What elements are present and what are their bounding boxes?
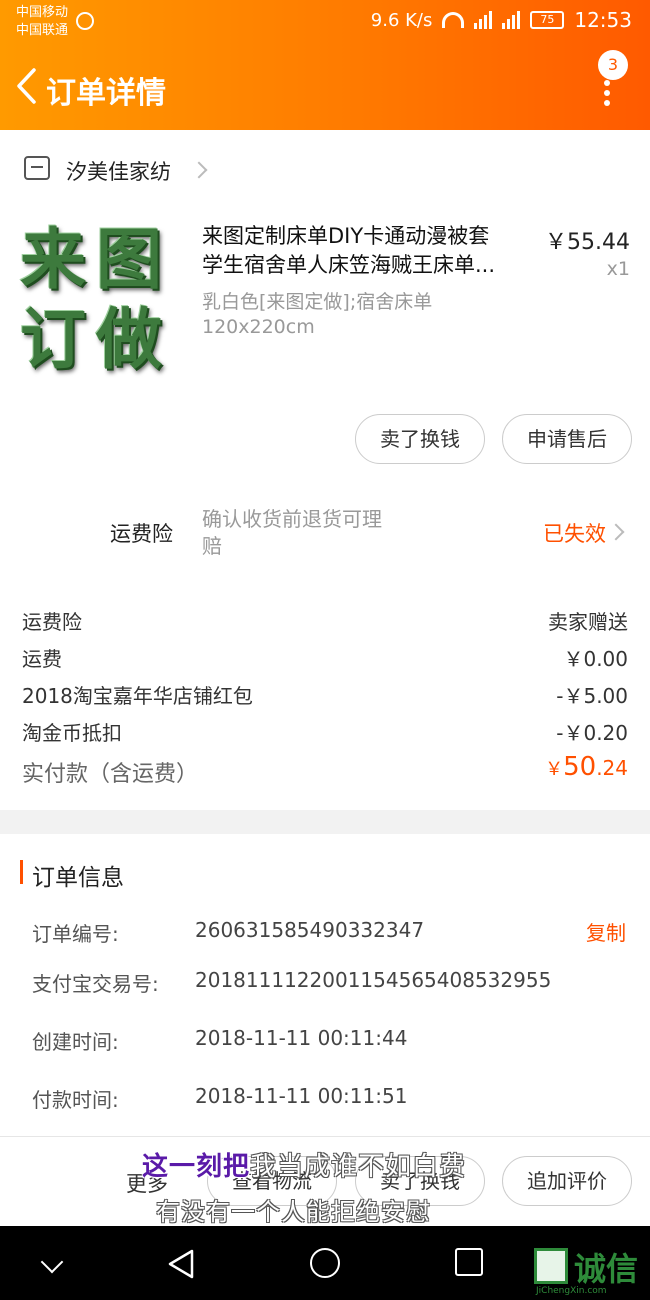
- fee-value: -￥5.00: [556, 684, 628, 708]
- app-header: 中国移动 中国联通 9.6 K/s 75 12:53 订单详情 3: [0, 0, 650, 130]
- shop-icon: [24, 156, 50, 180]
- product-title-line-2: 学生宿舍单人床笠海贼王床单...: [202, 253, 496, 277]
- subtitle-line-1: 这一刻把我当成谁不如白费: [142, 1146, 466, 1183]
- chevron-right-icon: [190, 161, 208, 179]
- total-row: 实付款（含运费） ￥50.24: [22, 752, 628, 788]
- back-triangle-icon[interactable]: [166, 1248, 196, 1280]
- total-integer: 50: [563, 752, 597, 782]
- product-spec: 乳白色[来图定做];宿舍床单 120x220cm: [202, 290, 502, 340]
- signal-icon-2: [502, 11, 521, 29]
- battery-icon: 75: [530, 11, 565, 29]
- fee-label: 运费险: [22, 610, 82, 634]
- fee-label: 2018淘宝嘉年华店铺红包: [22, 684, 253, 708]
- home-circle-icon[interactable]: [310, 1248, 340, 1278]
- subtitle-line-2: 有没有一个人能拒绝安慰: [156, 1198, 431, 1226]
- insurance-desc: 确认收货前退货可理 赔: [202, 506, 422, 560]
- insurance-desc-line-2: 赔: [202, 534, 222, 558]
- product-price: ￥55.44: [545, 230, 630, 255]
- title-bar: 订单详情 3: [0, 50, 650, 116]
- product-image-text-1: 来图: [20, 221, 172, 298]
- info-value: 260631585490332347: [195, 918, 425, 942]
- carrier-info: 中国移动 中国联通: [16, 4, 68, 40]
- fee-row: 2018淘宝嘉年华店铺红包 -￥5.00: [22, 680, 628, 709]
- info-key: 支付宝交易号:: [32, 972, 159, 996]
- add-review-button[interactable]: 追加评价: [502, 1156, 632, 1206]
- product-title-line-1: 来图定制床单DIY卡通动漫被套: [202, 224, 490, 248]
- insurance-desc-line-1: 确认收货前退货可理: [202, 507, 382, 531]
- clock: 12:53: [574, 8, 632, 32]
- fee-label: 运费: [22, 647, 62, 671]
- shop-name: 汐美佳家纺: [66, 160, 171, 184]
- carrier-1: 中国移动: [16, 5, 69, 20]
- carrier-2: 中国联通: [16, 23, 69, 38]
- section-divider: [0, 810, 650, 834]
- product-spec-line-1: 乳白色[来图定做];宿舍床单: [202, 291, 433, 313]
- signal-icon: [474, 11, 493, 29]
- notification-badge: 3: [598, 50, 628, 80]
- info-key: 付款时间:: [32, 1088, 119, 1112]
- insurance-label: 运费险: [110, 522, 173, 546]
- watermark-url: JiChengXin.com: [536, 1286, 607, 1296]
- total-amount: ￥50.24: [545, 752, 628, 782]
- order-info-title: 订单信息: [32, 865, 124, 891]
- product-title[interactable]: 来图定制床单DIY卡通动漫被套 学生宿舍单人床笠海贼王床单...: [202, 222, 532, 280]
- section-accent-bar: [20, 860, 23, 884]
- watermark-icon: [534, 1248, 568, 1284]
- fee-value: ￥0.00: [563, 647, 628, 671]
- product-thumbnail[interactable]: 来图 订做: [20, 220, 180, 385]
- watermark-logo: 诚信 JiChengXin.com: [532, 1238, 650, 1300]
- hide-nav-icon[interactable]: [40, 1250, 64, 1274]
- back-arrow-icon[interactable]: [14, 66, 40, 106]
- fee-value: 卖家赠送: [548, 610, 628, 634]
- total-decimal: .24: [596, 756, 628, 780]
- more-dots-icon: [604, 80, 610, 110]
- info-value: 2018111122001154565408532955: [195, 968, 552, 992]
- copy-order-number-button[interactable]: 复制: [586, 917, 626, 946]
- info-value: 2018-11-11 00:11:51: [195, 1084, 408, 1108]
- recent-apps-icon[interactable]: [455, 1248, 483, 1276]
- total-label: 实付款（含运费）: [22, 762, 199, 787]
- subtitle-highlight: 这一刻把: [142, 1152, 251, 1182]
- fee-row: 运费 ￥0.00: [22, 643, 628, 672]
- status-indicators: 9.6 K/s 75 12:53: [371, 8, 632, 32]
- sell-for-cash-button[interactable]: 卖了换钱: [355, 414, 485, 464]
- status-bar: 中国移动 中国联通 9.6 K/s 75 12:53: [0, 0, 650, 44]
- product-spec-line-2: 120x220cm: [202, 316, 315, 338]
- fee-row: 运费险 卖家赠送: [22, 606, 628, 635]
- fee-row: 淘金币抵扣 -￥0.20: [22, 717, 628, 746]
- info-value: 2018-11-11 00:11:44: [195, 1026, 408, 1050]
- page-title: 订单详情: [46, 76, 166, 111]
- after-sale-button[interactable]: 申请售后: [502, 414, 632, 464]
- network-speed: 9.6 K/s: [370, 9, 433, 31]
- chevron-right-icon: [607, 523, 625, 541]
- data-roaming-icon: [76, 12, 94, 30]
- subtitle-rest: 我当成谁不如白费: [250, 1152, 467, 1182]
- watermark-text: 诚信: [574, 1250, 639, 1288]
- shop-row[interactable]: 汐美佳家纺: [0, 148, 650, 194]
- insurance-status[interactable]: 已失效: [543, 518, 606, 548]
- fee-value: -￥0.20: [556, 721, 628, 745]
- total-currency: ￥: [545, 759, 564, 780]
- more-menu-button[interactable]: 3: [592, 50, 632, 110]
- product-image-text-2: 订做: [20, 301, 172, 378]
- fee-label: 淘金币抵扣: [22, 721, 122, 745]
- info-key: 订单编号:: [32, 922, 119, 946]
- info-key: 创建时间:: [32, 1030, 119, 1054]
- product-quantity: x1: [606, 258, 630, 280]
- wifi-icon: [442, 12, 465, 28]
